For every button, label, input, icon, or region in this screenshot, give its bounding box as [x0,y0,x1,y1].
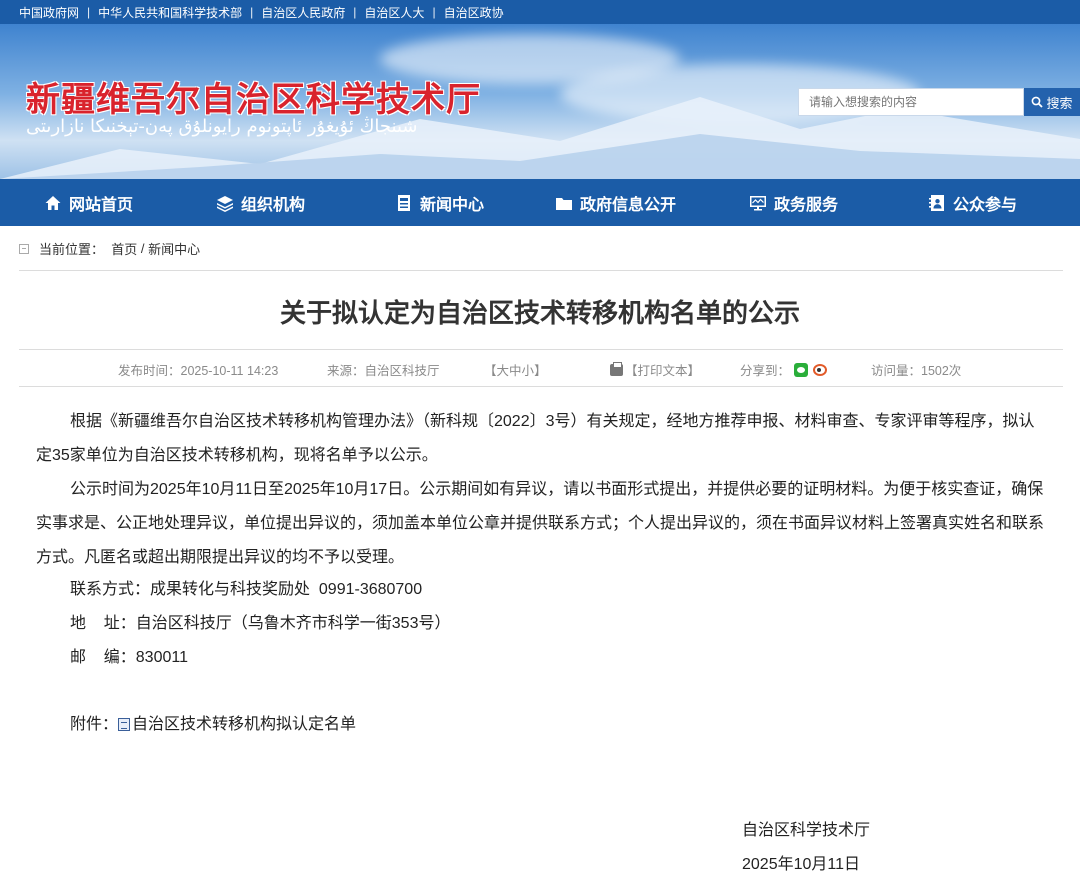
divider [19,270,1063,271]
news-icon [398,194,410,211]
site-title-uyghur: شىنجاڭ ئۇيغۇر ئاپتونوم رايونلۇق پەن-تېخن… [26,116,418,137]
source: 来源：自治区科技厅 [327,364,440,378]
layers-icon [217,195,233,212]
search-icon [1032,96,1044,108]
contact-icon [929,194,944,211]
share-label: 分享到： [740,364,791,378]
postcode-line: 邮 编：830011 [70,649,188,666]
toplink-separator: | [353,5,357,19]
toplink-separator: | [250,5,254,19]
font-bracket-open: 【 [484,364,497,378]
font-large-button[interactable]: 大 [497,360,510,379]
paragraph: 公示时间为2025年10月11日至2025年10月17日。公示期间如有异议，请以… [36,481,1045,566]
search-button[interactable]: 搜索 [1024,88,1080,116]
toplink-separator: | [87,5,91,19]
nav-item-services[interactable]: 政务服务 [749,179,838,226]
attachment-label: 附件： [70,716,119,733]
location-icon [19,243,29,254]
font-small-button[interactable]: 小 [522,360,535,379]
font-bracket-close: 】 [534,364,547,378]
top-links-bar: 中国政府网 | 中华人民共和国科学技术部 | 自治区人民政府 | 自治区人大 | 自治区… [0,0,1080,24]
breadcrumb: 当前位置： 首页 / 新闻中心 [19,239,200,258]
toplink-separator: | [432,5,436,19]
share-bar: 分享到： [740,360,828,379]
paragraph: 根据《新疆维吾尔自治区技术转移机构管理办法》（新科规〔2022〕3号）有关规定，… [36,413,1035,464]
folder-icon [556,197,572,210]
nav-item-label: 组织机构 [241,196,306,214]
toplink-region-npc[interactable]: 自治区人大 [364,4,424,21]
contact-line: 联系方式：成果转化与科技奖励处 0991-3680700 [70,581,423,598]
breadcrumb-separator: / [140,241,145,256]
nav-item-news[interactable]: 新闻中心 [395,179,484,226]
attachment-line: 附件： 自治区技术转移机构拟认定名单 [70,708,356,742]
divider [19,386,1063,387]
font-size-controls: 【 大 中 小 】 [484,360,547,379]
weibo-icon[interactable] [813,363,828,376]
font-medium-button[interactable]: 中 [509,360,522,379]
site-title: 新疆维吾尔自治区科学技术厅 [26,80,481,120]
address-line: 地 址：自治区科技厅（乌鲁木齐市科学一街353号） [70,615,451,632]
toplink-region-gov[interactable]: 自治区人民政府 [261,4,345,21]
article-title: 关于拟认定为自治区技术转移机构名单的公示 [279,298,800,328]
publish-time: 发布时间：2025-10-11 14:23 [118,364,279,378]
wechat-icon[interactable] [794,362,809,377]
toplink-region-cppcc[interactable]: 自治区政协 [444,4,504,21]
printer-icon [610,361,623,376]
signature-org: 自治区科学技术厅 [742,822,871,839]
breadcrumb-prefix: 当前位置： [39,242,105,257]
view-count: 访问量：1502次 [871,364,962,378]
nav-item-organization[interactable]: 组织机构 [216,179,305,226]
toplink-most[interactable]: 中华人民共和国科学技术部 [98,4,242,21]
nav-item-label: 网站首页 [69,196,134,214]
nav-item-label: 政府信息公开 [580,196,677,214]
attachment-link[interactable]: 自治区技术转移机构拟认定名单 [132,716,356,733]
monitor-icon [750,195,766,210]
nav-item-label: 政务服务 [774,196,839,214]
document-icon [118,718,131,731]
main-nav: 网站首页 组织机构 新闻中心 政府信息公开 政务服务 公众参与 [0,179,1080,226]
search-button-label: 搜索 [1046,95,1073,111]
print-label: 【打印文本】 [625,364,701,378]
nav-item-label: 新闻中心 [420,196,485,214]
breadcrumb-current[interactable]: 新闻中心 [148,239,200,258]
search-input[interactable] [798,88,1024,116]
print-button[interactable]: 【打印文本】 [610,360,700,379]
header-banner: 新疆维吾尔自治区科学技术厅 شىنجاڭ ئۇيغۇر ئاپتونوم راي… [0,24,1080,179]
toplink-gov[interactable]: 中国政府网 [19,4,79,21]
breadcrumb-home[interactable]: 首页 [111,239,137,258]
divider [19,349,1063,350]
nav-item-home[interactable]: 网站首页 [44,179,133,226]
nav-item-gov-info[interactable]: 政府信息公开 [555,179,676,226]
signature-date: 2025年10月11日 [742,856,861,873]
nav-item-label: 公众参与 [953,196,1018,214]
home-icon [45,195,61,210]
nav-item-participation[interactable]: 公众参与 [928,179,1017,226]
